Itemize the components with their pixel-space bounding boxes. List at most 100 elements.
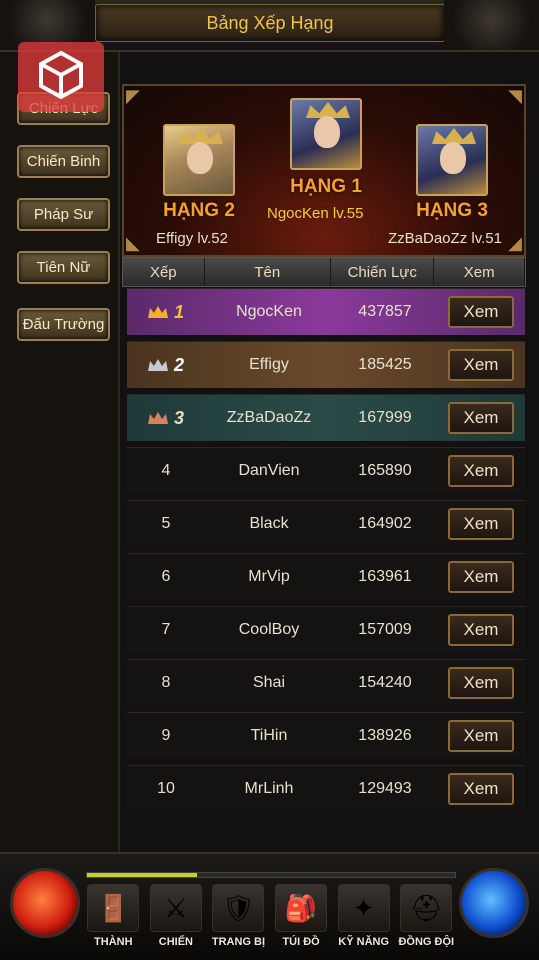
rank-cell: 1 bbox=[127, 302, 205, 323]
rank-cell: 8 bbox=[161, 674, 171, 691]
table-row: 5 Black 164902 Xem bbox=[127, 500, 525, 547]
sword-icon: ⚔ bbox=[149, 884, 202, 932]
nav-label: THÀNH bbox=[94, 936, 133, 948]
power-value: 164902 bbox=[358, 515, 412, 532]
skill-icon: ✦ bbox=[337, 884, 390, 932]
table-row: 10 MrLinh 129493 Xem bbox=[127, 765, 525, 812]
column-header-rank: Xếp bbox=[123, 258, 205, 286]
rank-1-name: NgocKen lv.55 bbox=[267, 205, 364, 222]
table-header: Xếp Tên Chiến Lực Xem bbox=[122, 257, 526, 287]
table-row: 4 DanVien 165890 Xem bbox=[127, 447, 525, 494]
column-header-power: Chiến Lực bbox=[331, 258, 435, 286]
view-button[interactable]: Xem bbox=[448, 402, 514, 434]
nav-label: TRANG BỊ bbox=[211, 936, 266, 948]
rank-1-label: HẠNG 1 bbox=[290, 176, 362, 197]
nav-ky-nang[interactable]: ✦ KỸ NĂNG bbox=[332, 884, 395, 958]
view-button[interactable]: Xem bbox=[448, 667, 514, 699]
armor-icon: 🛡 bbox=[212, 884, 265, 932]
face-icon bbox=[440, 142, 466, 174]
nav-tui-do[interactable]: 🎒 TÚI ĐỒ bbox=[270, 884, 333, 958]
rank-3-name: ZzBaDaoZz lv.51 bbox=[388, 230, 502, 247]
player-name: CoolBoy bbox=[238, 621, 300, 638]
xp-bar bbox=[86, 872, 456, 878]
podium: ◤ ◥ ◣ ◢ HẠNG 2 Effigy lv.52 HẠNG 1 NgocK… bbox=[122, 84, 526, 257]
rank-3-label: HẠNG 3 bbox=[416, 200, 488, 221]
view-button[interactable]: Xem bbox=[448, 349, 514, 381]
view-button[interactable]: Xem bbox=[448, 508, 514, 540]
nav-label: TÚI ĐỒ bbox=[282, 936, 320, 948]
sidebar-item-phap-su[interactable]: Pháp Sư bbox=[17, 198, 110, 231]
nav-thanh[interactable]: 🚪 THÀNH bbox=[82, 884, 145, 958]
power-value: 167999 bbox=[358, 409, 412, 426]
nav-trang-bi[interactable]: 🛡 TRANG BỊ bbox=[207, 884, 270, 958]
rank-cell: 2 bbox=[127, 355, 205, 376]
nav-chien[interactable]: ⚔ CHIẾN bbox=[145, 884, 208, 958]
rank-cell: 6 bbox=[161, 568, 171, 585]
player-name: NgocKen bbox=[236, 303, 302, 320]
sidebar: Chiến Lực Chiến Binh Pháp Sư Tiên Nữ Đấu… bbox=[0, 52, 120, 852]
nav-dong-doi[interactable]: ⛑ ĐỒNG ĐỘI bbox=[395, 884, 458, 958]
table-row: 1 NgocKen 437857 Xem bbox=[127, 288, 525, 335]
corner-ornament-icon: ◢ bbox=[508, 233, 522, 253]
sidebar-item-dau-truong[interactable]: Đấu Trường bbox=[17, 308, 110, 341]
column-header-name: Tên bbox=[205, 258, 331, 286]
rank-cell: 4 bbox=[161, 462, 171, 479]
rank-cell: 3 bbox=[127, 408, 205, 429]
rank-2-label: HẠNG 2 bbox=[163, 200, 235, 221]
power-value: 185425 bbox=[358, 356, 412, 373]
player-name: DanVien bbox=[238, 462, 300, 479]
rank-cell: 5 bbox=[161, 515, 171, 532]
player-name: Shai bbox=[252, 674, 286, 691]
table-row: 2 Effigy 185425 Xem bbox=[127, 341, 525, 388]
rank-3-portrait[interactable] bbox=[416, 124, 488, 196]
corner-ornament-icon: ◤ bbox=[126, 86, 140, 106]
power-value: 437857 bbox=[358, 303, 412, 320]
health-orb bbox=[10, 868, 80, 938]
nav-label: ĐỒNG ĐỘI bbox=[398, 936, 455, 948]
header-ornament-right bbox=[444, 0, 539, 50]
table-row: 7 CoolBoy 157009 Xem bbox=[127, 606, 525, 653]
face-icon bbox=[187, 142, 213, 174]
view-button[interactable]: Xem bbox=[448, 455, 514, 487]
helmet-icon: ⛑ bbox=[400, 884, 453, 932]
silver-crown-icon bbox=[147, 359, 168, 371]
view-button[interactable]: Xem bbox=[448, 561, 514, 593]
table-row: 6 MrVip 163961 Xem bbox=[127, 553, 525, 600]
cube-logo-icon bbox=[39, 50, 83, 100]
power-value: 154240 bbox=[358, 674, 412, 691]
power-value: 165890 bbox=[358, 462, 412, 479]
sidebar-item-chien-binh[interactable]: Chiến Binh bbox=[17, 145, 110, 178]
rank-2-portrait[interactable] bbox=[163, 124, 235, 196]
page-title: Bảng Xếp Hạng bbox=[95, 4, 445, 42]
view-button[interactable]: Xem bbox=[448, 720, 514, 752]
rank-cell: 10 bbox=[157, 780, 175, 797]
nav-label: KỸ NĂNG bbox=[338, 936, 390, 948]
rank-cell: 9 bbox=[161, 727, 171, 744]
bag-icon: 🎒 bbox=[275, 884, 328, 932]
bronze-crown-icon bbox=[147, 412, 168, 424]
nav-label: CHIẾN bbox=[158, 936, 193, 948]
view-button[interactable]: Xem bbox=[448, 614, 514, 646]
table-row: 8 Shai 154240 Xem bbox=[127, 659, 525, 706]
view-button[interactable]: Xem bbox=[448, 773, 514, 805]
player-name: MrLinh bbox=[244, 780, 294, 797]
player-name: TiHin bbox=[250, 727, 288, 744]
power-value: 163961 bbox=[358, 568, 412, 585]
view-button[interactable]: Xem bbox=[448, 296, 514, 328]
corner-ornament-icon: ◣ bbox=[126, 233, 140, 253]
sidebar-item-tien-nu[interactable]: Tiên Nữ bbox=[17, 251, 110, 284]
ranking-list: 1 NgocKen 437857 Xem 2 Effigy 185425 Xem… bbox=[127, 288, 525, 818]
rank-2-name: Effigy lv.52 bbox=[156, 230, 228, 247]
mana-orb bbox=[459, 868, 529, 938]
gate-icon: 🚪 bbox=[87, 884, 140, 932]
table-row: 9 TiHin 138926 Xem bbox=[127, 712, 525, 759]
power-value: 129493 bbox=[358, 780, 412, 797]
bottom-nav: 🚪 THÀNH ⚔ CHIẾN 🛡 TRANG BỊ 🎒 TÚI ĐỒ ✦ KỸ… bbox=[82, 884, 458, 958]
column-header-view: Xem bbox=[434, 258, 525, 286]
rank-cell: 7 bbox=[161, 621, 171, 638]
player-name: MrVip bbox=[248, 568, 290, 585]
bottom-bar: 🚪 THÀNH ⚔ CHIẾN 🛡 TRANG BỊ 🎒 TÚI ĐỒ ✦ KỸ… bbox=[0, 852, 539, 960]
rank-1-portrait[interactable] bbox=[290, 98, 362, 170]
corner-ornament-icon: ◥ bbox=[508, 86, 522, 106]
gold-crown-icon bbox=[147, 306, 168, 318]
